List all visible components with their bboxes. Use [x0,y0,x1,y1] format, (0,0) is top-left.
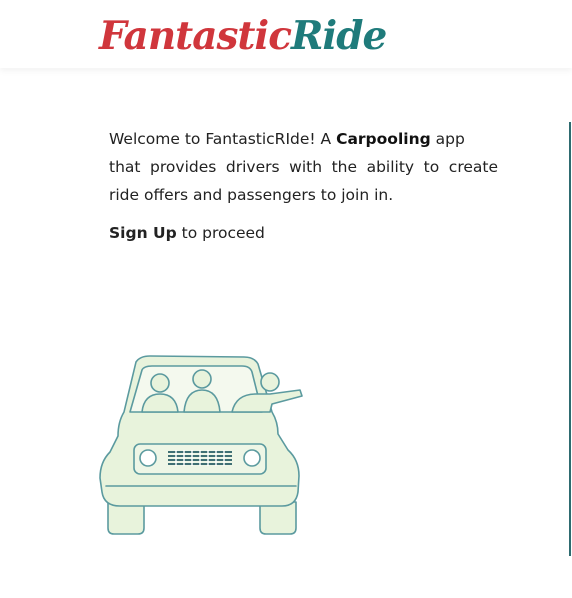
intro-line-2: that provides drivers with the ability t… [109,158,498,204]
sign-up-link[interactable]: Sign Up [109,224,177,242]
right-divider [569,122,571,556]
carpool-car-illustration [99,355,303,535]
sign-up-prompt: Sign Up to proceed [109,219,265,247]
logo-part-ride: Ride [291,13,387,59]
sign-up-suffix: to proceed [176,224,265,242]
logo-part-fantastic: Fantastic [99,13,292,59]
intro-line-1: Welcome to FantasticRIde! A Carpooling a… [109,125,498,153]
app-header: FantasticRide [0,0,572,68]
intro-text-after: app [430,130,465,148]
brand-logo[interactable]: FantasticRide [99,8,387,64]
intro-text-before: Welcome to FantasticRIde! A [109,130,337,148]
intro-text: Welcome to FantasticRIde! A Carpooling a… [109,125,498,209]
carpooling-keyword: Carpooling [336,130,431,148]
